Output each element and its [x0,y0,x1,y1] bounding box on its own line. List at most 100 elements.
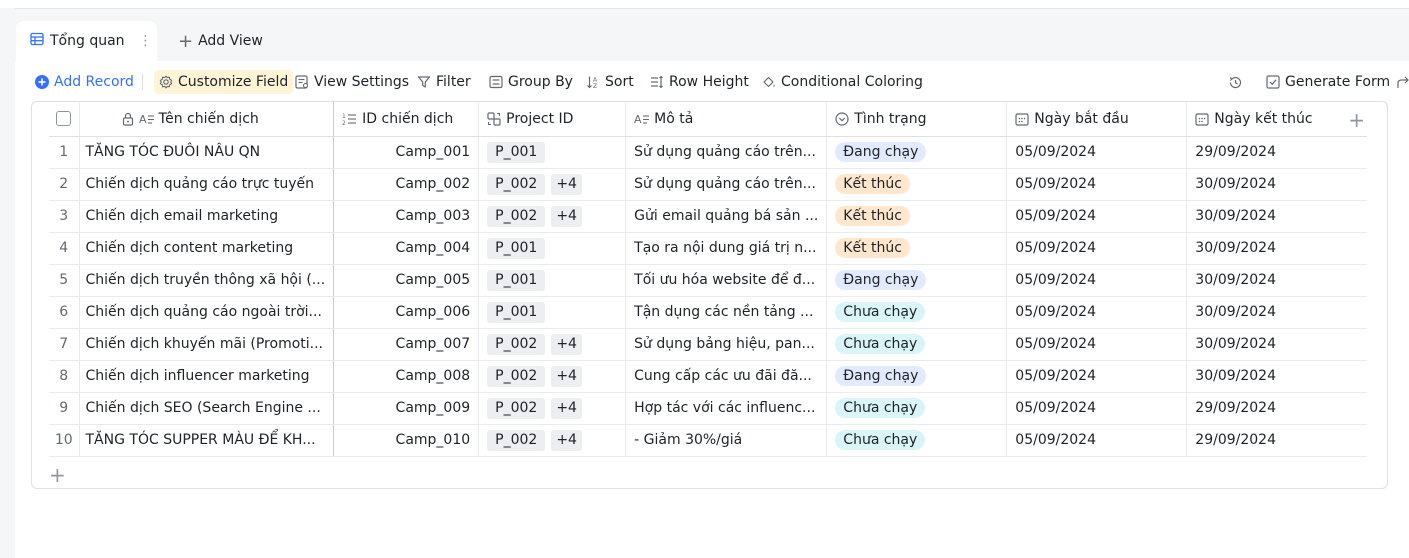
table-row[interactable]: 7 Chiến dịch khuyến mãi (Promoti... Camp_0… [49,328,1367,361]
column-header-end[interactable]: Ngày kết thúc [1186,102,1367,137]
more-projects-badge[interactable]: +4 [551,205,582,227]
table-row[interactable]: 8 Chiến dịch influencer marketing Camp_008… [49,360,1367,393]
table-row[interactable]: 10 TĂNG TÓC SUPPER MÀU ĐỂ KH... Camp_010 P_… [49,424,1367,457]
table-row[interactable]: 4 Chiến dịch content marketing Camp_004 P_0… [49,232,1367,265]
add-row-button[interactable]: + [49,463,66,487]
campaign-name-cell[interactable]: Chiến dịch influencer marketing [78,360,335,393]
status-cell[interactable]: Kết thúc [826,200,1007,233]
table-row[interactable]: 3 Chiến dịch email marketing Camp_003 P_002… [49,200,1367,233]
table-row[interactable]: 9 Chiến dịch SEO (Search Engine ... Camp_0… [49,392,1367,425]
table-row[interactable]: 1 TĂNG TÓC ĐUÔI NÂU QN Camp_001 P_001 Sử dụn… [49,136,1367,169]
description-cell[interactable]: Cung cấp các ưu đãi đă... [625,360,827,393]
end-date-cell[interactable]: 30/09/2024 [1186,296,1367,329]
column-header-start[interactable]: Ngày bắt đầu [1006,102,1187,137]
filter-button[interactable]: Filter [417,70,471,94]
more-projects-badge[interactable]: +4 [551,365,582,387]
campaign-name-cell[interactable]: TĂNG TÓC ĐUÔI NÂU QN [78,136,335,169]
share-button[interactable] [1397,70,1409,94]
campaign-id-cell[interactable]: Camp_008 [333,360,479,393]
view-settings-button[interactable]: View Settings [295,70,409,94]
status-cell[interactable]: Kết thúc [826,232,1007,265]
description-cell[interactable]: - Giảm 30%/giá [625,424,827,457]
status-cell[interactable]: Chưa chạy [826,424,1007,457]
campaign-id-cell[interactable]: Camp_006 [333,296,479,329]
start-date-cell[interactable]: 05/09/2024 [1006,296,1187,329]
column-header-name[interactable]: A Tên chiến dịch [78,102,335,137]
table-row[interactable]: 5 Chiến dịch truyền thông xã hội (... Camp… [49,264,1367,297]
campaign-name-cell[interactable]: Chiến dịch email marketing [78,200,335,233]
description-cell[interactable]: Tối ưu hóa website để đ... [625,264,827,297]
campaign-name-cell[interactable]: Chiến dịch content marketing [78,232,335,265]
status-cell[interactable]: Đang chạy [826,360,1007,393]
status-cell[interactable]: Chưa chạy [826,392,1007,425]
project-id-cell[interactable]: P_002 +4 [478,360,626,393]
more-projects-badge[interactable]: +4 [551,333,582,355]
project-id-cell[interactable]: P_001 [478,296,626,329]
description-cell[interactable]: Gửi email quảng bá sản ... [625,200,827,233]
start-date-cell[interactable]: 05/09/2024 [1006,136,1187,169]
select-all-cell[interactable] [49,102,79,137]
start-date-cell[interactable]: 05/09/2024 [1006,200,1187,233]
status-cell[interactable]: Đang chạy [826,264,1007,297]
status-cell[interactable]: Đang chạy [826,136,1007,169]
campaign-name-cell[interactable]: Chiến dịch SEO (Search Engine ... [78,392,335,425]
more-projects-badge[interactable]: +4 [551,429,582,451]
start-date-cell[interactable]: 05/09/2024 [1006,232,1187,265]
column-header-id[interactable]: 12 ID chiến dịch [333,102,479,137]
campaign-name-cell[interactable]: Chiến dịch quảng cáo ngoài trời... [78,296,335,329]
start-date-cell[interactable]: 05/09/2024 [1006,360,1187,393]
add-record-button[interactable]: Add Record [35,70,134,94]
start-date-cell[interactable]: 05/09/2024 [1006,264,1187,297]
end-date-cell[interactable]: 30/09/2024 [1186,264,1367,297]
description-cell[interactable]: Sử dụng quảng cáo trên... [625,136,827,169]
end-date-cell[interactable]: 30/09/2024 [1186,232,1367,265]
campaign-name-cell[interactable]: Chiến dịch quảng cáo trực tuyến [78,168,335,201]
tab-tong-quan[interactable]: Tổng quan ⋮ [16,21,157,61]
start-date-cell[interactable]: 05/09/2024 [1006,328,1187,361]
campaign-id-cell[interactable]: Camp_007 [333,328,479,361]
end-date-cell[interactable]: 29/09/2024 [1186,392,1367,425]
more-projects-badge[interactable]: +4 [551,173,582,195]
add-column-button[interactable]: + [1348,108,1365,132]
description-cell[interactable]: Sử dụng bảng hiệu, pan... [625,328,827,361]
sort-button[interactable]: AZ Sort [586,70,634,94]
description-cell[interactable]: Hợp tác với các influenc... [625,392,827,425]
column-header-desc[interactable]: A Mô tả [625,102,827,137]
project-id-cell[interactable]: P_001 [478,136,626,169]
campaign-name-cell[interactable]: Chiến dịch khuyến mãi (Promoti... [78,328,335,361]
campaign-id-cell[interactable]: Camp_009 [333,392,479,425]
table-row[interactable]: 6 Chiến dịch quảng cáo ngoài trời... Camp_… [49,296,1367,329]
add-view-button[interactable]: + Add View [176,21,263,61]
project-id-cell[interactable]: P_002 +4 [478,168,626,201]
column-header-project[interactable]: Project ID [478,102,626,137]
select-all-checkbox[interactable] [56,111,72,127]
status-cell[interactable]: Chưa chạy [826,296,1007,329]
end-date-cell[interactable]: 29/09/2024 [1186,424,1367,457]
campaign-id-cell[interactable]: Camp_002 [333,168,479,201]
campaign-name-cell[interactable]: Chiến dịch truyền thông xã hội (... [78,264,335,297]
project-id-cell[interactable]: P_001 [478,232,626,265]
end-date-cell[interactable]: 30/09/2024 [1186,360,1367,393]
more-vertical-icon[interactable]: ⋮ [139,33,153,49]
campaign-id-cell[interactable]: Camp_005 [333,264,479,297]
campaign-id-cell[interactable]: Camp_001 [333,136,479,169]
customize-field-button[interactable]: Customize Field [154,70,294,94]
generate-form-button[interactable]: Generate Form [1266,70,1390,94]
group-by-button[interactable]: Group By [489,70,573,94]
start-date-cell[interactable]: 05/09/2024 [1006,392,1187,425]
campaign-name-cell[interactable]: TĂNG TÓC SUPPER MÀU ĐỂ KH... [78,424,335,457]
status-cell[interactable]: Chưa chạy [826,328,1007,361]
end-date-cell[interactable]: 30/09/2024 [1186,328,1367,361]
start-date-cell[interactable]: 05/09/2024 [1006,424,1187,457]
campaign-id-cell[interactable]: Camp_004 [333,232,479,265]
end-date-cell[interactable]: 30/09/2024 [1186,200,1367,233]
project-id-cell[interactable]: P_001 [478,264,626,297]
start-date-cell[interactable]: 05/09/2024 [1006,168,1187,201]
more-projects-badge[interactable]: +4 [551,397,582,419]
project-id-cell[interactable]: P_002 +4 [478,392,626,425]
row-height-button[interactable]: Row Height [650,70,749,94]
project-id-cell[interactable]: P_002 +4 [478,328,626,361]
column-header-status[interactable]: Tình trạng [826,102,1007,137]
description-cell[interactable]: Tạo ra nội dung giá trị n... [625,232,827,265]
campaign-id-cell[interactable]: Camp_010 [333,424,479,457]
